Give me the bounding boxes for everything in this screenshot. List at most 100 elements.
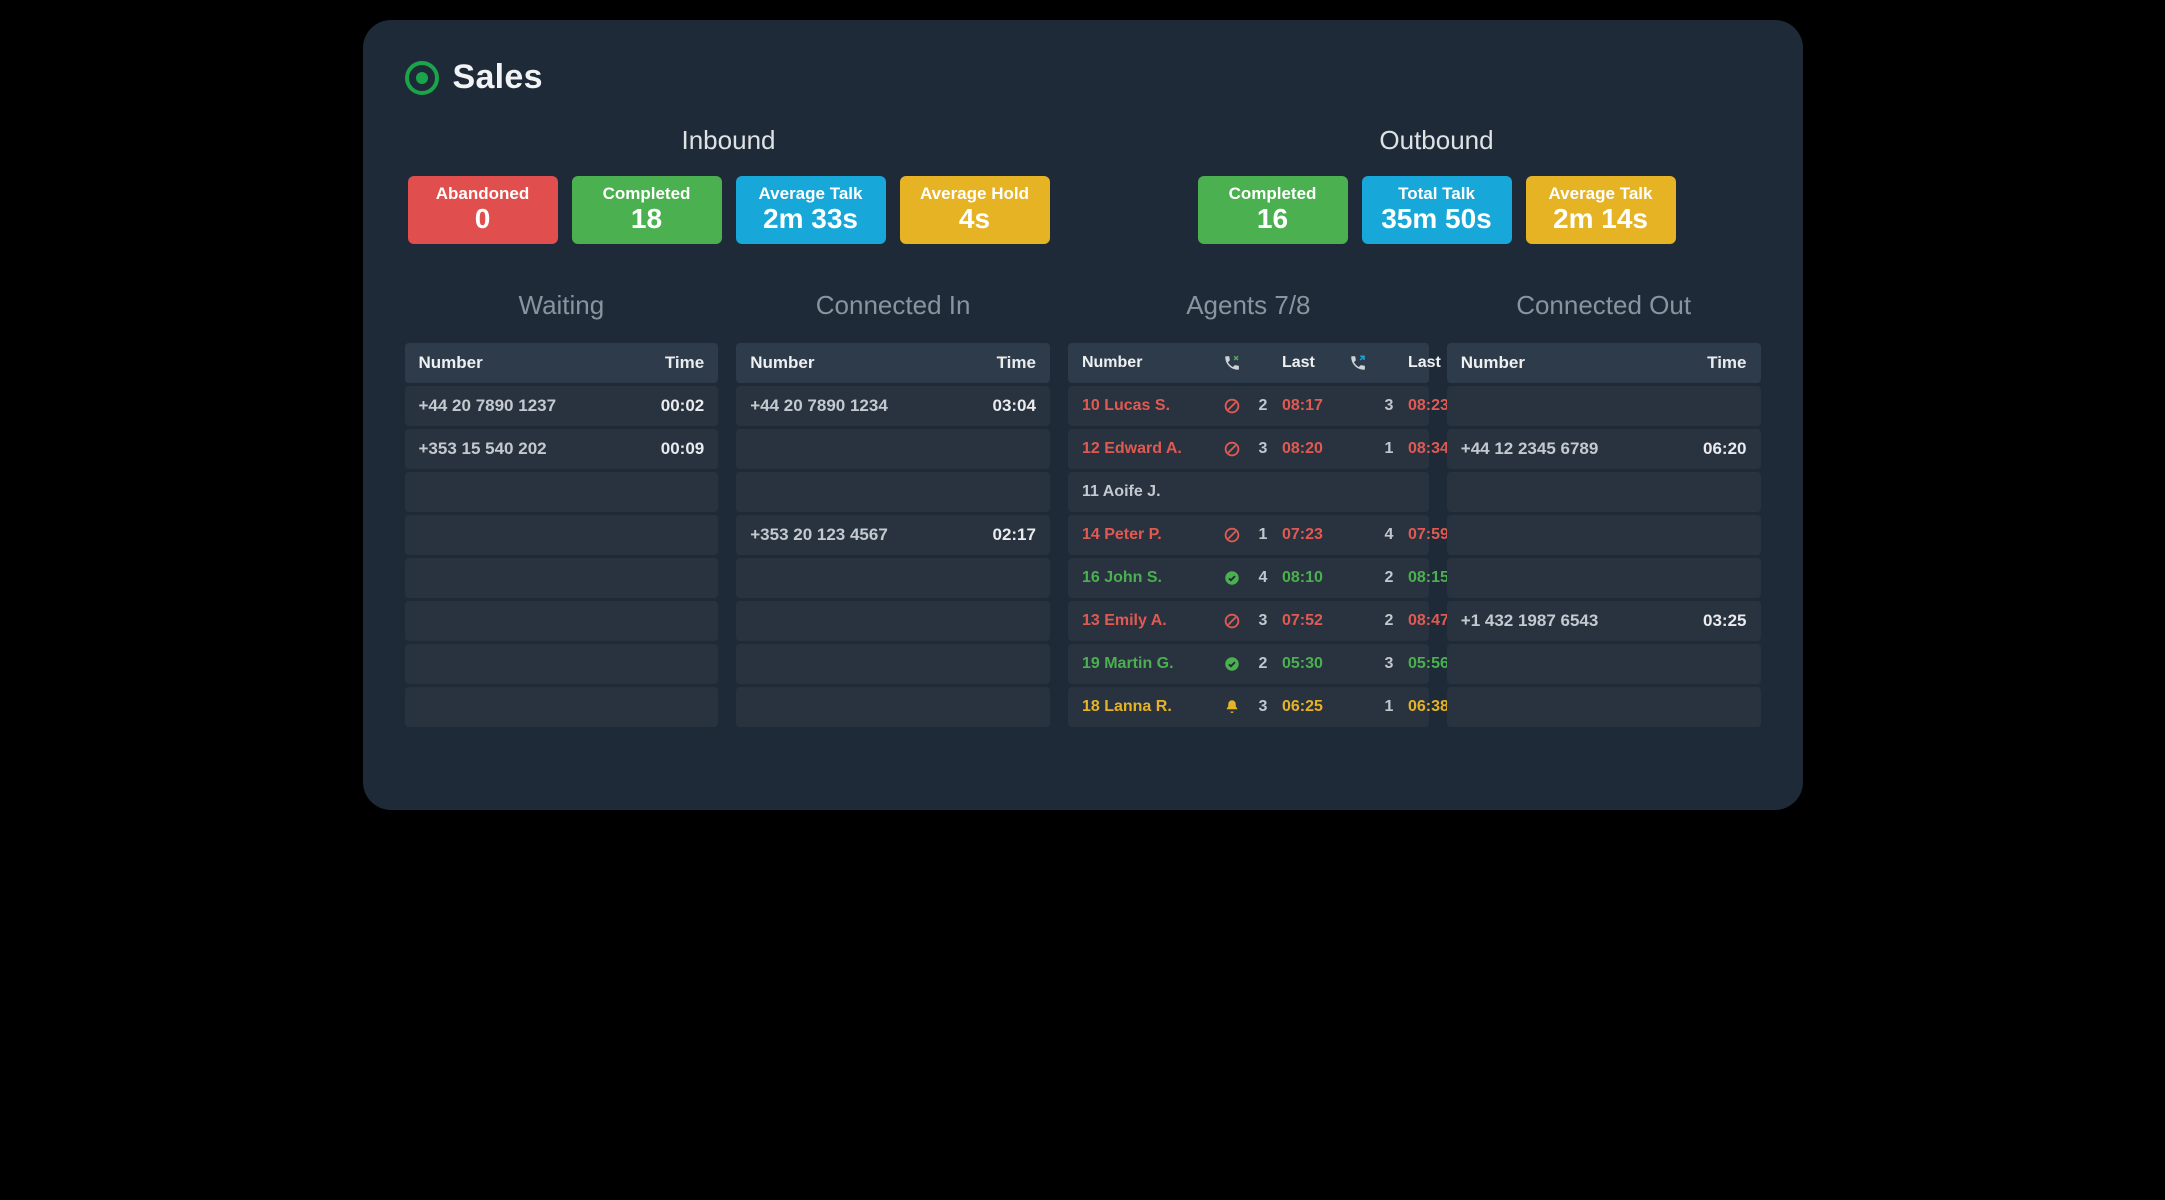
column-agents: Agents 7/8 Number Last Last 10 Lucas S.2…	[1068, 290, 1429, 730]
table-row[interactable]: +44 20 7890 123403:04	[736, 386, 1050, 426]
header-number: Number	[419, 353, 641, 373]
agent-status	[1220, 612, 1244, 630]
table-row	[405, 687, 719, 727]
metric-value: 4s	[959, 203, 990, 235]
agent-status	[1220, 655, 1244, 673]
agent-in-time: 05:30	[1282, 655, 1336, 673]
header-time: Time	[640, 353, 704, 373]
table-row	[1447, 515, 1761, 555]
agent-in-count: 1	[1254, 526, 1272, 544]
agent-out-count: 1	[1380, 698, 1398, 716]
agent-row[interactable]: 18 Lanna R.306:25106:38	[1068, 687, 1429, 727]
table-row	[736, 558, 1050, 598]
metric-value: 2m 33s	[763, 203, 858, 235]
agent-name: 11 Aoife J.	[1082, 483, 1210, 501]
bell-icon	[1223, 698, 1241, 716]
header-number: Number	[750, 353, 972, 373]
agent-row[interactable]: 10 Lucas S.208:17308:23	[1068, 386, 1429, 426]
agent-row[interactable]: 14 Peter P.107:23407:59	[1068, 515, 1429, 555]
header-time: Time	[972, 353, 1036, 373]
table-row[interactable]: +353 15 540 20200:09	[405, 429, 719, 469]
agent-status	[1220, 569, 1244, 587]
agent-in-time: 08:17	[1282, 397, 1336, 415]
agent-status	[1220, 440, 1244, 458]
agent-name: 19 Martin G.	[1082, 655, 1210, 673]
table-body: +44 20 7890 123700:02+353 15 540 20200:0…	[405, 386, 719, 727]
agent-in-time: 07:23	[1282, 526, 1336, 544]
cell-number: +44 12 2345 6789	[1461, 439, 1683, 459]
agent-row[interactable]: 11 Aoife J.	[1068, 472, 1429, 512]
metric-value: 16	[1257, 203, 1288, 235]
agent-in-count: 3	[1254, 440, 1272, 458]
cell-time: 00:02	[640, 396, 704, 416]
column-title: Agents 7/8	[1068, 290, 1429, 321]
cell-number: +1 432 1987 6543	[1461, 611, 1683, 631]
agent-in-time: 08:10	[1282, 569, 1336, 587]
table-row	[405, 558, 719, 598]
agent-in-time: 08:20	[1282, 440, 1336, 458]
dashboard-panel: Sales Inbound Abandoned0Completed18Avera…	[363, 20, 1803, 810]
table-row	[1447, 687, 1761, 727]
agent-in-count: 2	[1254, 397, 1272, 415]
agent-name: 18 Lanna R.	[1082, 698, 1210, 716]
metric-group-outbound: Outbound Completed16Total Talk35m 50sAve…	[1113, 125, 1761, 244]
agent-out-count: 2	[1380, 612, 1398, 630]
page-title: Sales	[453, 58, 543, 97]
agent-out-count: 4	[1380, 526, 1398, 544]
check-icon	[1223, 655, 1241, 673]
title-row: Sales	[405, 58, 1761, 97]
blocked-icon	[1223, 526, 1241, 544]
agent-name: 10 Lucas S.	[1082, 397, 1210, 415]
agent-in-time: 06:25	[1282, 698, 1336, 716]
cell-time: 03:25	[1683, 611, 1747, 631]
agent-status	[1220, 698, 1244, 716]
table-row[interactable]: +1 432 1987 654303:25	[1447, 601, 1761, 641]
metric-card[interactable]: Completed18	[572, 176, 722, 244]
agent-out-count: 2	[1380, 569, 1398, 587]
metric-value: 0	[475, 203, 491, 235]
column-title: Connected Out	[1447, 290, 1761, 321]
table-body: +44 20 7890 123403:04 +353 20 123 456702:…	[736, 386, 1050, 727]
metric-card[interactable]: Average Talk2m 33s	[736, 176, 886, 244]
metric-group-title: Outbound	[1113, 125, 1761, 156]
agent-name: 13 Emily A.	[1082, 612, 1210, 630]
agent-in-count: 4	[1254, 569, 1272, 587]
table-row[interactable]: +353 20 123 456702:17	[736, 515, 1050, 555]
metric-card[interactable]: Average Hold4s	[900, 176, 1050, 244]
cell-number: +44 20 7890 1234	[750, 396, 972, 416]
agent-out-count: 3	[1380, 397, 1398, 415]
table-header: Number Time	[736, 343, 1050, 383]
table-row	[1447, 644, 1761, 684]
header-time: Time	[1683, 353, 1747, 373]
status-indicator-icon	[405, 61, 439, 95]
metric-card[interactable]: Average Talk2m 14s	[1526, 176, 1676, 244]
agent-name: 12 Edward A.	[1082, 440, 1210, 458]
agent-row[interactable]: 12 Edward A.308:20108:34	[1068, 429, 1429, 469]
cell-number: +353 20 123 4567	[750, 525, 972, 545]
table-row	[736, 429, 1050, 469]
metric-label: Average Talk	[1549, 185, 1653, 204]
table-row	[1447, 472, 1761, 512]
metric-row: Completed16Total Talk35m 50sAverage Talk…	[1113, 176, 1761, 244]
table-header: Number Time	[405, 343, 719, 383]
agent-row[interactable]: 16 John S.408:10208:15	[1068, 558, 1429, 598]
agent-name: 16 John S.	[1082, 569, 1210, 587]
table-row[interactable]: +44 20 7890 123700:02	[405, 386, 719, 426]
agent-row[interactable]: 19 Martin G.205:30305:56	[1068, 644, 1429, 684]
agent-row[interactable]: 13 Emily A.307:52208:47	[1068, 601, 1429, 641]
table-row	[405, 515, 719, 555]
column-title: Connected In	[736, 290, 1050, 321]
agent-status	[1220, 397, 1244, 415]
agent-status	[1220, 526, 1244, 544]
cell-number: +353 15 540 202	[419, 439, 641, 459]
table-row	[1447, 386, 1761, 426]
metric-card[interactable]: Abandoned0	[408, 176, 558, 244]
header-number: Number	[1082, 354, 1210, 372]
metric-card[interactable]: Total Talk35m 50s	[1362, 176, 1512, 244]
blocked-icon	[1223, 440, 1241, 458]
metric-card[interactable]: Completed16	[1198, 176, 1348, 244]
table-row	[736, 472, 1050, 512]
table-row[interactable]: +44 12 2345 678906:20	[1447, 429, 1761, 469]
agent-in-count: 3	[1254, 612, 1272, 630]
metric-label: Average Hold	[920, 185, 1029, 204]
